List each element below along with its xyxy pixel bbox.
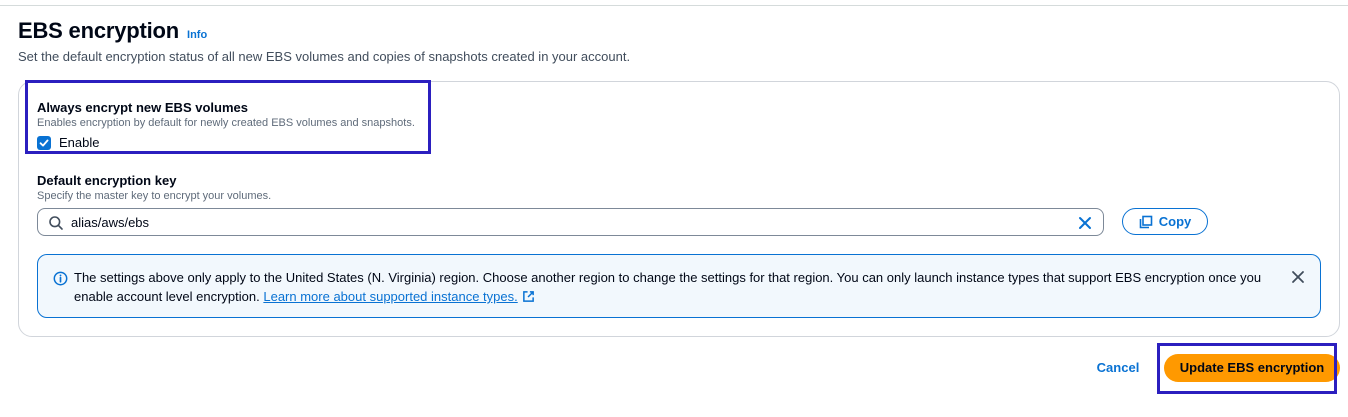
- dismiss-alert-icon[interactable]: [1290, 269, 1306, 285]
- region-info-alert: The settings above only apply to the Uni…: [37, 254, 1321, 318]
- copy-button-label[interactable]: Copy: [1159, 214, 1192, 229]
- encryption-key-input[interactable]: alias/aws/ebs: [37, 208, 1104, 236]
- encryption-key-description: Specify the master key to encrypt your v…: [37, 190, 272, 202]
- highlight-box-encrypt: [25, 80, 431, 154]
- search-icon: [49, 216, 63, 230]
- learn-more-link-text[interactable]: Learn more about supported instance type…: [263, 289, 517, 304]
- encryption-key-field: Default encryption key Specify the maste…: [37, 173, 271, 202]
- highlight-box-submit: [1157, 343, 1337, 394]
- alert-text: The settings above only apply to the Uni…: [74, 270, 1262, 304]
- top-divider: [0, 5, 1348, 6]
- encryption-key-value[interactable]: alias/aws/ebs: [71, 215, 149, 230]
- cancel-button[interactable]: Cancel: [1088, 356, 1148, 380]
- close-icon[interactable]: [1077, 215, 1093, 231]
- page-header: EBS encryption Info: [18, 18, 207, 44]
- copy-button[interactable]: Copy: [1122, 208, 1208, 235]
- info-link[interactable]: Info: [187, 29, 207, 41]
- info-circle-icon: [53, 271, 68, 286]
- encryption-key-label: Default encryption key: [37, 173, 177, 188]
- page-description: Set the default encryption status of all…: [18, 49, 631, 64]
- alert-message: The settings above only apply to the Uni…: [74, 268, 1274, 306]
- copy-icon: [1139, 215, 1153, 228]
- page-title: EBS encryption: [18, 18, 180, 43]
- learn-more-link[interactable]: Learn more about supported instance type…: [263, 289, 534, 304]
- external-link-icon: [522, 291, 534, 302]
